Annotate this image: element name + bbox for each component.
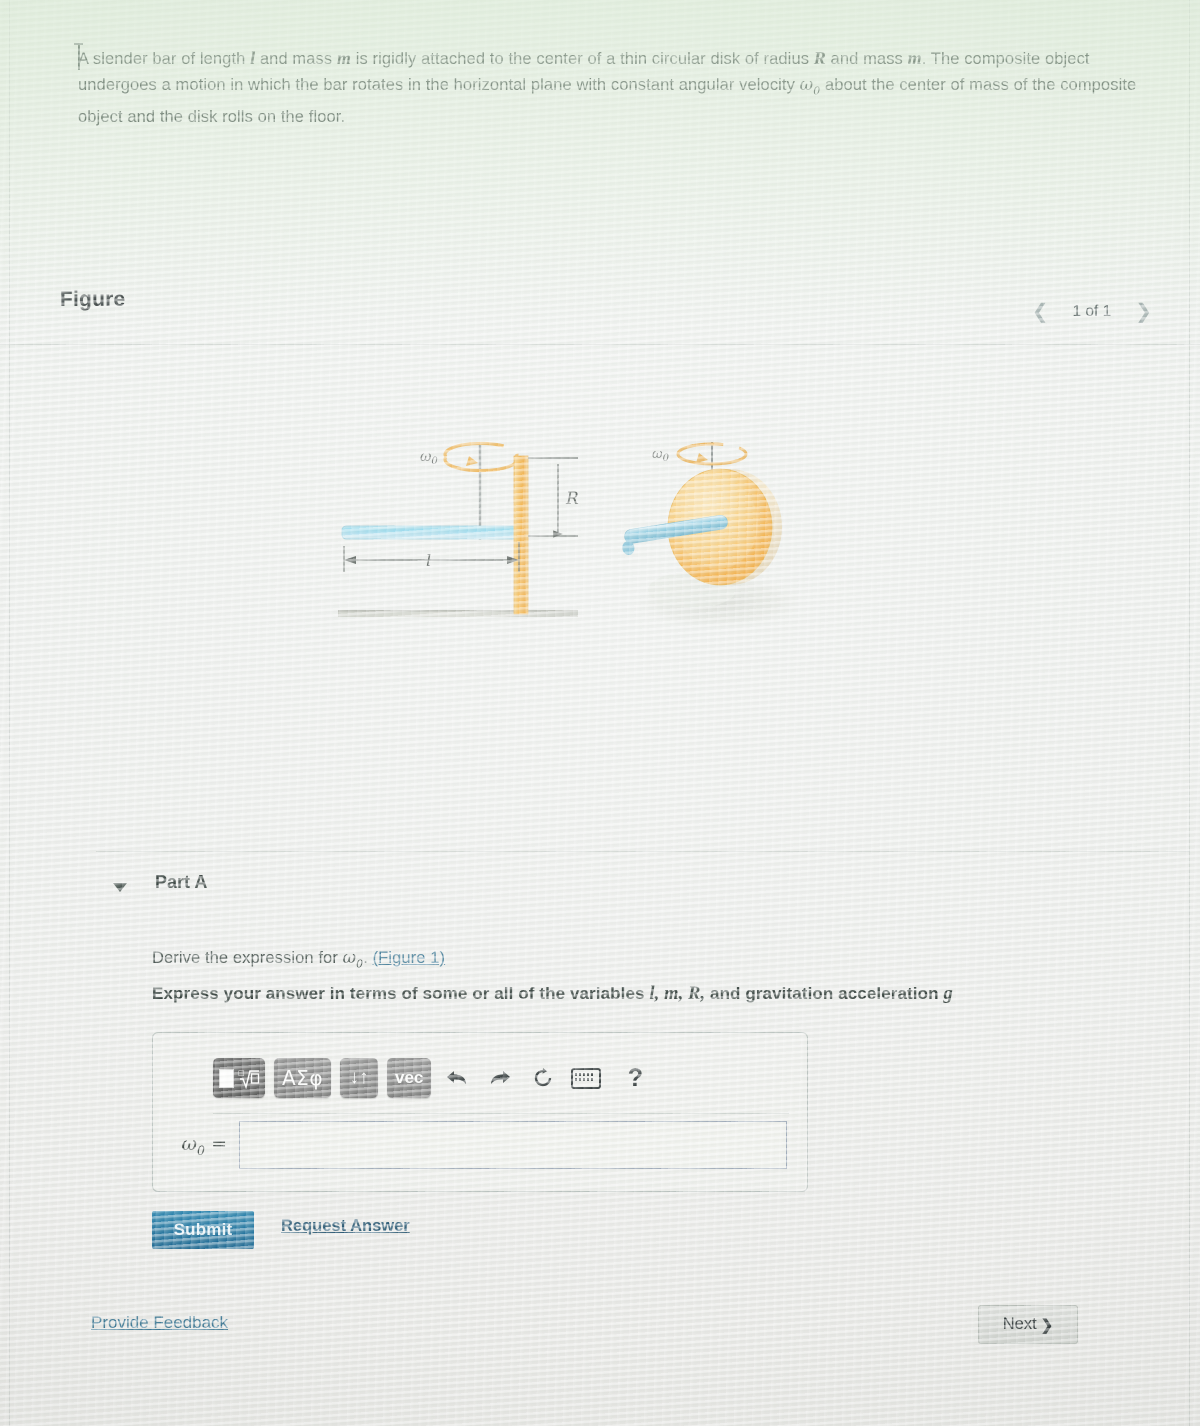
chevron-right-icon[interactable]: ❯: [1129, 300, 1158, 324]
figure-perspective-view: ω0: [622, 442, 804, 630]
problem-text-4: and mass: [825, 50, 908, 68]
disk-edge-left: [513, 455, 529, 615]
chevron-left-icon[interactable]: ❮: [1026, 300, 1055, 324]
updown-arrows-button[interactable]: ↓↑: [340, 1058, 379, 1098]
answer-input[interactable]: [239, 1121, 787, 1169]
template-filled-square-icon: [219, 1068, 234, 1088]
figure-1-link[interactable]: (Figure 1): [373, 949, 446, 967]
figure-side-view: ω0 R l: [338, 441, 579, 617]
problem-text-2: and mass: [255, 50, 337, 68]
reset-icon[interactable]: [526, 1061, 560, 1095]
radius-label: R: [565, 489, 579, 509]
page-surface: A slender bar of length l and mass m is …: [0, 0, 1200, 1426]
undo-glyph-icon: [447, 1071, 467, 1084]
next-button-label: Next: [1002, 1315, 1037, 1333]
instruction-prefix: Express your answer in terms of some or …: [152, 984, 650, 1003]
omega-label-left: ω0: [420, 449, 438, 467]
vector-button[interactable]: vec: [387, 1058, 432, 1098]
part-title: Part A: [155, 872, 208, 892]
reset-glyph-icon: [535, 1068, 552, 1087]
radical-icon: □: [238, 1068, 260, 1090]
problem-text-3: is rigidly attached to the center of a t…: [351, 50, 814, 68]
math-toolbar: □ ΑΣφ ↓↑ vec ?: [213, 1051, 789, 1114]
figure-divider: [0, 344, 1200, 345]
provide-feedback-link[interactable]: Provide Feedback: [91, 1313, 228, 1333]
part-instruction: Express your answer in terms of some or …: [152, 984, 953, 1005]
template-icon[interactable]: □: [213, 1058, 265, 1098]
redo-icon[interactable]: [483, 1061, 517, 1095]
answer-row: ω0 =: [175, 1121, 787, 1169]
slender-bar-left: [341, 525, 518, 540]
dimension-l: [343, 542, 520, 572]
caret-down-icon[interactable]: [113, 878, 131, 896]
problem-var-m2: m: [907, 48, 922, 68]
keyboard-icon[interactable]: [569, 1061, 603, 1095]
problem-text-1: A slender bar of length: [78, 50, 251, 68]
problem-statement: A slender bar of length l and mass m is …: [78, 45, 1153, 130]
figure-counter: 1 of 1: [1072, 303, 1112, 320]
figure-diagram: ω0 R l ω0: [338, 441, 804, 630]
omega-label-right: ω0: [652, 447, 670, 464]
instruction-middle: and gravitation acceleration: [705, 984, 944, 1003]
figure-heading: Figure: [60, 288, 126, 311]
request-answer-link[interactable]: Request Answer: [281, 1217, 410, 1236]
sqrt-glyph-icon: □: [238, 1069, 260, 1090]
prompt-omega: ω0: [342, 948, 364, 971]
figure-area: ω0 R l ω0: [0, 350, 1200, 850]
problem-var-omega: ω0: [799, 75, 821, 98]
instruction-g: g: [943, 984, 953, 1004]
next-button[interactable]: Next ❯: [978, 1305, 1078, 1344]
svg-text:□: □: [238, 1069, 245, 1077]
greek-symbols-button[interactable]: ΑΣφ: [274, 1058, 332, 1098]
prompt-suffix: .: [363, 949, 373, 967]
problem-var-R: R: [813, 48, 826, 68]
chevron-right-icon: ❯: [1040, 1316, 1054, 1334]
prompt-prefix: Derive the expression for: [152, 949, 343, 967]
answer-variable-label: ω0 =: [181, 1132, 227, 1158]
answer-entry-box: □ ΑΣφ ↓↑ vec ? ω0 =: [152, 1032, 808, 1192]
help-icon[interactable]: ?: [618, 1061, 652, 1095]
figure-navigation: ❮ 1 of 1 ❯: [1026, 300, 1158, 324]
part-divider: [96, 851, 1190, 852]
instruction-variables: l, m, R,: [649, 984, 706, 1004]
redo-glyph-icon: [491, 1071, 511, 1084]
submit-button[interactable]: Submit: [152, 1211, 254, 1249]
length-label: l: [426, 551, 431, 570]
undo-icon[interactable]: [440, 1061, 474, 1095]
problem-var-m1: m: [336, 48, 352, 68]
part-prompt: Derive the expression for ω0. (Figure 1): [152, 948, 445, 970]
